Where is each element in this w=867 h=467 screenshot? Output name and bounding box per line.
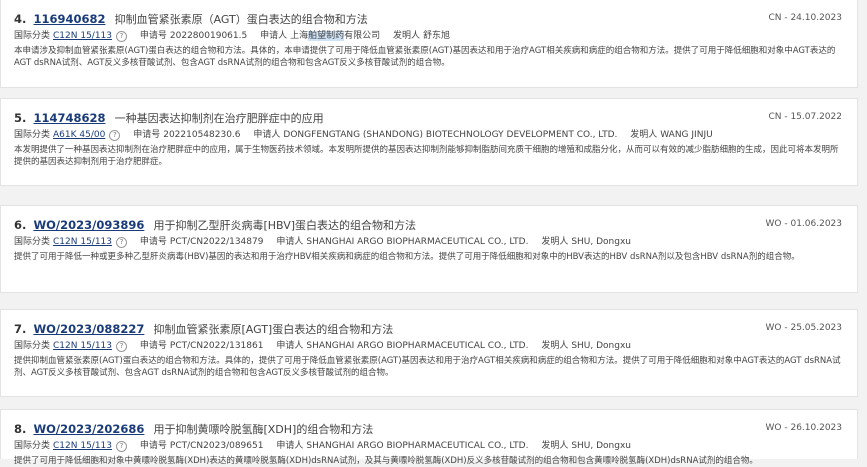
appno-label: 申请号 xyxy=(139,31,167,41)
result-header: 5. 114748628 一种基因表达抑制剂在治疗肥胖症中的应用 CN - 15… xyxy=(14,106,842,128)
publication-number-link[interactable]: WO/2023/093896 xyxy=(33,218,144,232)
result-office-date: WO - 01.06.2023 xyxy=(765,219,842,229)
result-header: 7. WO/2023/088227 抑制血管紧张素原[AGT]蛋白表达的组合物和… xyxy=(14,317,842,339)
appno-label: 申请号 xyxy=(133,130,161,140)
ipc-link[interactable]: A61K 45/00 xyxy=(53,130,105,140)
application-number: 202280019061.5 xyxy=(169,31,248,41)
applicant-label: 申请人 xyxy=(276,341,304,351)
result-index: 5. xyxy=(14,111,27,125)
applicant-label: 申请人 xyxy=(276,441,304,451)
inventor-label: 发明人 xyxy=(541,341,569,351)
inventor-label: 发明人 xyxy=(541,237,569,247)
result-abstract: 提供了可用于降低细胞和对象中黄嘌呤脱氢酶(XDH)表达的黄嘌呤脱氢酶(XDH)d… xyxy=(14,456,758,466)
inventor-name: 舒东旭 xyxy=(423,31,451,41)
help-icon[interactable]: ? xyxy=(116,441,128,452)
help-icon[interactable]: ? xyxy=(109,130,121,141)
application-number: PCT/CN2022/134879 xyxy=(169,237,264,247)
result-index: 7. xyxy=(14,322,27,336)
result-title: 用于抑制黄嘌呤脱氢酶[XDH]的组合物和方法 xyxy=(153,423,374,436)
help-icon[interactable]: ? xyxy=(116,237,128,248)
ipc-label: 国际分类 xyxy=(14,31,51,41)
help-icon[interactable]: ? xyxy=(116,341,128,352)
ipc-label: 国际分类 xyxy=(14,441,51,451)
applicant-name: DONGFENGTANG (SHANDONG) BIOTECHNOLOGY DE… xyxy=(283,130,618,140)
result-card: 4. 116940682 抑制血管紧张素原（AGT）蛋白表达的组合物和方法 CN… xyxy=(0,0,858,88)
result-index: 8. xyxy=(14,422,27,436)
publication-number-link[interactable]: WO/2023/202686 xyxy=(33,422,144,436)
result-meta: 国际分类 C12N 15/113? 申请号 202280019061.5 申请人 上海… xyxy=(14,29,842,43)
result-abstract: 本发明提供了一种基因表达抑制剂在治疗肥胖症中的应用，属于生物医药技术领域。本发明… xyxy=(14,145,839,167)
publication-number-link[interactable]: 114748628 xyxy=(33,111,105,125)
result-meta: 国际分类 C12N 15/113? 申请号 PCT/CN2022/131861 申请… xyxy=(14,339,842,353)
result-title: 抑制血管紧张素原（AGT）蛋白表达的组合物和方法 xyxy=(114,13,368,26)
result-office-date: CN - 15.07.2022 xyxy=(768,112,842,122)
application-number: PCT/CN2023/089651 xyxy=(169,441,264,451)
result-header: 6. WO/2023/093896 用于抑制乙型肝炎病毒[HBV]蛋白表达的组合… xyxy=(14,213,842,235)
result-meta: 国际分类 A61K 45/00? 申请号 202210548230.6 申请人 DON… xyxy=(14,128,842,142)
application-number: 202210548230.6 xyxy=(163,130,241,140)
applicant-label: 申请人 xyxy=(260,31,288,41)
result-abstract: 提供抑制血管紧张素原(AGT)蛋白表达的组合物和方法。具体的，提供了可用于降低血… xyxy=(14,356,841,378)
publication-number-link[interactable]: WO/2023/088227 xyxy=(33,322,144,336)
result-header: 8. WO/2023/202686 用于抑制黄嘌呤脱氢酶[XDH]的组合物和方法… xyxy=(14,417,842,439)
result-card: 7. WO/2023/088227 抑制血管紧张素原[AGT]蛋白表达的组合物和… xyxy=(0,309,858,397)
help-icon[interactable]: ? xyxy=(116,31,128,42)
applicant-name: 上海舶望制药有限公司 xyxy=(290,31,381,41)
result-abstract: 本申请涉及抑制血管紧张素原(AGT)蛋白表达的组合物和方法。具体的，本申请提供了… xyxy=(14,46,836,68)
ipc-link[interactable]: C12N 15/113 xyxy=(53,341,112,351)
result-title: 用于抑制乙型肝炎病毒[HBV]蛋白表达的组合物和方法 xyxy=(153,219,417,232)
ipc-label: 国际分类 xyxy=(14,237,51,247)
result-meta: 国际分类 C12N 15/113? 申请号 PCT/CN2023/089651 申请… xyxy=(14,439,842,453)
result-meta: 国际分类 C12N 15/113? 申请号 PCT/CN2022/134879 申请… xyxy=(14,235,842,249)
ipc-label: 国际分类 xyxy=(14,341,51,351)
application-number: PCT/CN2022/131861 xyxy=(169,341,264,351)
ipc-link[interactable]: C12N 15/113 xyxy=(53,31,112,41)
result-abstract: 提供了可用于降低一种或更多种乙型肝炎病毒(HBV)基因的表达和用于治疗HBV相关… xyxy=(14,252,800,262)
ipc-label: 国际分类 xyxy=(14,130,51,140)
inventor-label: 发明人 xyxy=(630,130,658,140)
appno-label: 申请号 xyxy=(139,237,167,247)
inventor-name: SHU, Dongxu xyxy=(571,341,632,351)
inventor-name: SHU, Dongxu xyxy=(571,237,632,247)
inventor-name: WANG JINJU xyxy=(660,130,713,140)
result-card: 8. WO/2023/202686 用于抑制黄嘌呤脱氢酶[XDH]的组合物和方法… xyxy=(0,409,858,466)
appno-label: 申请号 xyxy=(139,441,167,451)
inventor-label: 发明人 xyxy=(541,441,569,451)
appno-label: 申请号 xyxy=(139,341,167,351)
result-card: 5. 114748628 一种基因表达抑制剂在治疗肥胖症中的应用 CN - 15… xyxy=(0,98,858,186)
inventor-name: SHU, Dongxu xyxy=(571,441,632,451)
result-index: 6. xyxy=(14,218,27,232)
applicant-label: 申请人 xyxy=(276,237,304,247)
applicant-name: SHANGHAI ARGO BIOPHARMACEUTICAL CO., LTD… xyxy=(306,341,529,351)
result-header: 4. 116940682 抑制血管紧张素原（AGT）蛋白表达的组合物和方法 CN… xyxy=(14,7,842,29)
result-title: 一种基因表达抑制剂在治疗肥胖症中的应用 xyxy=(114,112,324,125)
search-highlight: 舶望制药 xyxy=(308,31,345,41)
result-title: 抑制血管紧张素原[AGT]蛋白表达的组合物和方法 xyxy=(153,323,394,336)
ipc-link[interactable]: C12N 15/113 xyxy=(53,237,112,247)
result-card: 6. WO/2023/093896 用于抑制乙型肝炎病毒[HBV]蛋白表达的组合… xyxy=(0,205,858,293)
result-office-date: WO - 25.05.2023 xyxy=(765,323,842,333)
result-office-date: CN - 24.10.2023 xyxy=(768,13,842,23)
applicant-name: SHANGHAI ARGO BIOPHARMACEUTICAL CO., LTD… xyxy=(306,237,529,247)
result-office-date: WO - 26.10.2023 xyxy=(765,423,842,433)
publication-number-link[interactable]: 116940682 xyxy=(33,12,105,26)
ipc-link[interactable]: C12N 15/113 xyxy=(53,441,112,451)
inventor-label: 发明人 xyxy=(393,31,421,41)
applicant-label: 申请人 xyxy=(253,130,281,140)
result-index: 4. xyxy=(14,12,27,26)
applicant-name: SHANGHAI ARGO BIOPHARMACEUTICAL CO., LTD… xyxy=(306,441,529,451)
